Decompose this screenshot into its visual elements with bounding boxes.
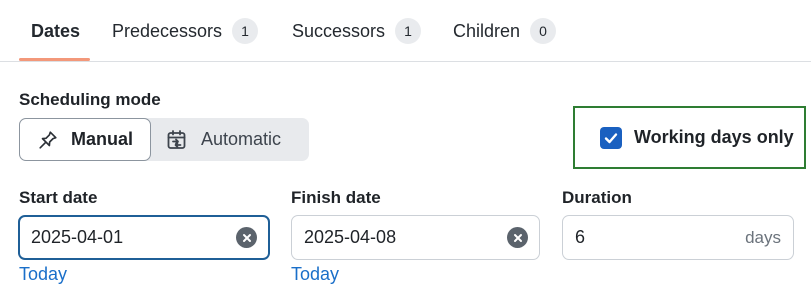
tab-bar: Dates Predecessors 1 Successors 1 Childr…	[0, 0, 811, 62]
manual-button[interactable]: Manual	[19, 118, 151, 161]
duration-unit: days	[745, 228, 781, 247]
finish-date-today-link[interactable]: Today	[291, 264, 339, 285]
scheduling-mode-label: Scheduling mode	[19, 90, 161, 109]
finish-date-value: 2025-04-08	[304, 227, 397, 247]
working-days-label: Working days only	[634, 127, 794, 147]
duration-value: 6	[575, 227, 586, 247]
automatic-label: Automatic	[201, 129, 282, 149]
duration-label: Duration	[562, 188, 632, 207]
clear-icon[interactable]	[507, 227, 528, 248]
start-date-input[interactable]: 2025-04-01	[18, 215, 270, 260]
calendar-icon	[167, 129, 186, 149]
start-date-value: 2025-04-01	[31, 227, 124, 247]
checkmark-icon	[604, 132, 618, 143]
count-badge: 1	[232, 18, 259, 44]
tab-label: Predecessors	[112, 20, 223, 41]
working-days-checkbox[interactable]	[600, 126, 622, 149]
finish-date-input[interactable]: 2025-04-08	[291, 215, 540, 260]
tab-label: Children	[453, 20, 521, 41]
duration-input[interactable]: 6 days	[562, 215, 794, 260]
tab-label: Dates	[31, 20, 81, 41]
tab-children[interactable]: Children 0	[453, 0, 557, 62]
working-days-toggle[interactable]: Working days only	[573, 106, 806, 169]
start-date-today-link[interactable]: Today	[19, 264, 67, 285]
automatic-button[interactable]: Automatic	[165, 118, 309, 161]
start-date-label: Start date	[19, 188, 98, 207]
tab-dates[interactable]: Dates	[31, 0, 80, 62]
count-badge: 1	[395, 18, 422, 44]
active-tab-indicator	[19, 58, 90, 61]
tab-successors[interactable]: Successors 1	[292, 0, 422, 62]
tab-label: Successors	[292, 20, 386, 41]
clear-icon[interactable]	[236, 227, 257, 248]
tab-predecessors[interactable]: Predecessors 1	[112, 0, 259, 62]
finish-date-label: Finish date	[291, 188, 381, 207]
count-badge: 0	[530, 18, 557, 44]
pin-icon	[39, 130, 57, 149]
manual-label: Manual	[71, 129, 134, 149]
scheduling-mode-toggle: Manual Automatic	[19, 118, 309, 161]
